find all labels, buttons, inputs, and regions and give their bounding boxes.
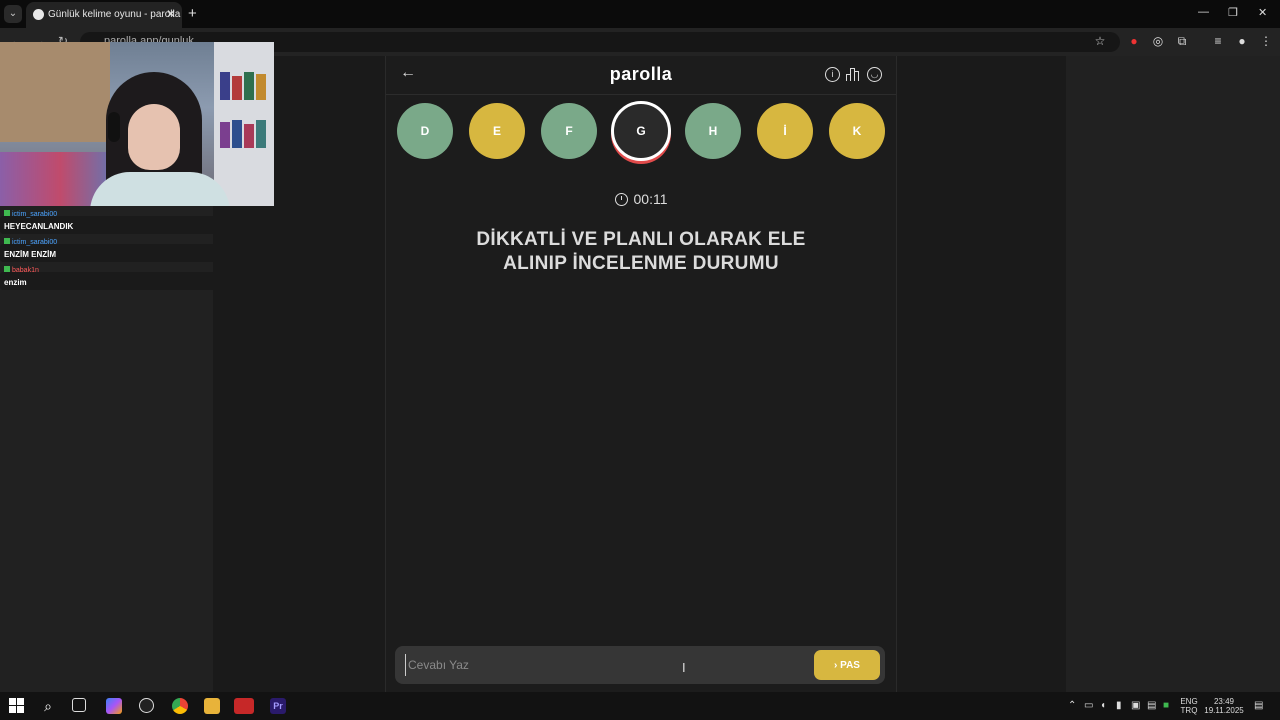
chat-text: enzim xyxy=(4,278,27,287)
close-window-button[interactable]: ✕ xyxy=(1258,6,1267,19)
app-logo: parolla xyxy=(609,64,673,84)
language-indicator[interactable]: ENG TRQ xyxy=(1178,697,1200,715)
webcam-book xyxy=(232,120,242,148)
game-panel: ← parolla i ◡ D E F G H İ K 00:11 DİKKAT… xyxy=(385,56,897,692)
tab-close-icon[interactable]: ✕ xyxy=(166,7,176,21)
menu-dots-icon[interactable]: ⋮ xyxy=(1259,34,1273,48)
letter-wheel: D E F G H İ K xyxy=(386,101,896,162)
browser-tab-strip: ⌄ Günlük kelime oyunu - parolla ✕ + — ❐ … xyxy=(0,0,1280,28)
letter-circle-active[interactable]: G xyxy=(611,101,671,161)
letter-circle[interactable]: K xyxy=(829,103,885,159)
webcam-bookshelf xyxy=(214,42,274,206)
network-icon[interactable]: ▤ xyxy=(1147,700,1156,711)
letter-circle[interactable]: D xyxy=(397,103,453,159)
chat-username-text: ictim_sarabi00 xyxy=(12,211,58,218)
page-gutter-right xyxy=(895,56,1066,692)
tray-app-icon[interactable]: ▣ xyxy=(1131,700,1140,711)
webcam-book xyxy=(256,74,266,100)
chat-username: ictim_sarabi00 xyxy=(4,210,57,218)
game-header: ← parolla i ◡ xyxy=(386,56,896,95)
webcam-book xyxy=(244,124,254,148)
chat-username: ictim_sarabi00 xyxy=(4,238,57,246)
chat-message-bg xyxy=(0,272,274,290)
webcam-person-face xyxy=(128,104,180,170)
question-text: DİKKATLİ VE PLANLI OLARAK ELE ALINIP İNC… xyxy=(476,229,806,274)
file-explorer-icon[interactable] xyxy=(204,698,220,714)
bookmark-star-icon[interactable]: ☆ xyxy=(1093,34,1107,48)
letter-circle[interactable]: E xyxy=(469,103,525,159)
letter-circle[interactable]: H xyxy=(685,103,741,159)
media-icon[interactable]: ≡ xyxy=(1211,34,1225,48)
webcam-book xyxy=(232,76,242,100)
puzzle-icon[interactable]: ⧉ xyxy=(1175,34,1189,48)
chrome-icon[interactable] xyxy=(172,698,188,714)
answer-input[interactable] xyxy=(405,654,790,676)
timer: 00:11 xyxy=(386,191,896,207)
profile-icon[interactable]: ◡ xyxy=(867,67,882,82)
keyboard-layout: TRQ xyxy=(1180,706,1198,715)
microphone-icon[interactable]: ▮ xyxy=(1116,700,1122,711)
copilot-icon[interactable] xyxy=(106,698,122,714)
clock-date: 19.11.2025 xyxy=(1204,706,1244,715)
tab-search-button[interactable]: ⌄ xyxy=(4,5,22,23)
tray-app-icon[interactable]: ▭ xyxy=(1084,700,1093,711)
chat-badge-icon xyxy=(4,210,10,216)
browser-tab[interactable]: Günlük kelime oyunu - parolla ✕ xyxy=(26,2,182,28)
letter-circle[interactable]: İ xyxy=(757,103,813,159)
tray-overflow-icon[interactable]: ⌃ xyxy=(1068,700,1076,711)
app-icon[interactable] xyxy=(234,698,254,714)
notification-icon[interactable]: ▤ xyxy=(1254,700,1263,711)
chat-text: HEYECANLANDIK xyxy=(4,222,74,231)
obs-icon[interactable] xyxy=(139,698,154,713)
volume-icon[interactable]: ◖ xyxy=(1100,700,1106,711)
info-icon[interactable]: i xyxy=(825,67,840,82)
webcam-overlay xyxy=(0,42,274,206)
chat-username: babak1n xyxy=(4,266,39,274)
clock-icon xyxy=(614,193,628,206)
webcam-person-body xyxy=(90,172,230,206)
chat-badge-icon xyxy=(4,238,10,244)
premiere-icon[interactable]: Pr xyxy=(270,698,286,714)
chat-badge-icon xyxy=(4,266,10,272)
chat-message: ictim_sarabi00 HEYECANLANDIK xyxy=(0,208,274,236)
answer-bar: › PAS xyxy=(395,646,885,684)
tab-title: Günlük kelime oyunu - parolla xyxy=(48,9,181,20)
extension-icon[interactable]: ● xyxy=(1127,34,1141,48)
webcam-wall xyxy=(0,42,110,142)
webcam-book xyxy=(244,72,254,100)
taskbar: ⌕ Pr ⌃ ▭ ◖ ▮ ▣ ▤ ■ ENG TRQ 23:49 19.11.2… xyxy=(0,692,1280,720)
stats-icon[interactable] xyxy=(846,67,860,81)
webcam-book xyxy=(256,120,266,148)
chat-username-text: babak1n xyxy=(12,267,39,274)
clock[interactable]: 23:49 19.11.2025 xyxy=(1202,697,1246,715)
task-view-icon[interactable] xyxy=(72,698,86,712)
extension-icon[interactable]: ◎ xyxy=(1151,34,1165,48)
chat-text: ENZİM ENZİM xyxy=(4,250,56,259)
stream-chat: ictim_sarabi00 HEYECANLANDIK ictim_sarab… xyxy=(0,208,274,292)
chat-message: ictim_sarabi00 ENZİM ENZİM xyxy=(0,236,274,264)
maximize-button[interactable]: ❐ xyxy=(1228,6,1238,19)
pass-button[interactable]: › PAS xyxy=(814,650,880,680)
letter-circle[interactable]: F xyxy=(541,103,597,159)
clock-time: 23:49 xyxy=(1213,697,1235,706)
webcam-book xyxy=(220,122,230,148)
tray-app-icon[interactable]: ■ xyxy=(1163,700,1169,711)
text-cursor-icon: I xyxy=(682,660,686,675)
chat-message: babak1n enzim xyxy=(0,264,274,292)
webcam-book xyxy=(220,72,230,100)
timer-value: 00:11 xyxy=(633,191,668,207)
favicon-icon xyxy=(33,9,44,20)
page-margin-right xyxy=(1066,56,1280,692)
chat-username-text: ictim_sarabi00 xyxy=(12,239,58,246)
windows-start-icon[interactable] xyxy=(9,698,25,714)
search-icon[interactable]: ⌕ xyxy=(40,698,56,714)
profile-avatar-icon[interactable]: ● xyxy=(1235,34,1249,48)
minimize-button[interactable]: — xyxy=(1198,6,1209,18)
new-tab-button[interactable]: + xyxy=(188,5,197,22)
language-code: ENG xyxy=(1180,697,1198,706)
webcam-headset xyxy=(108,112,120,142)
